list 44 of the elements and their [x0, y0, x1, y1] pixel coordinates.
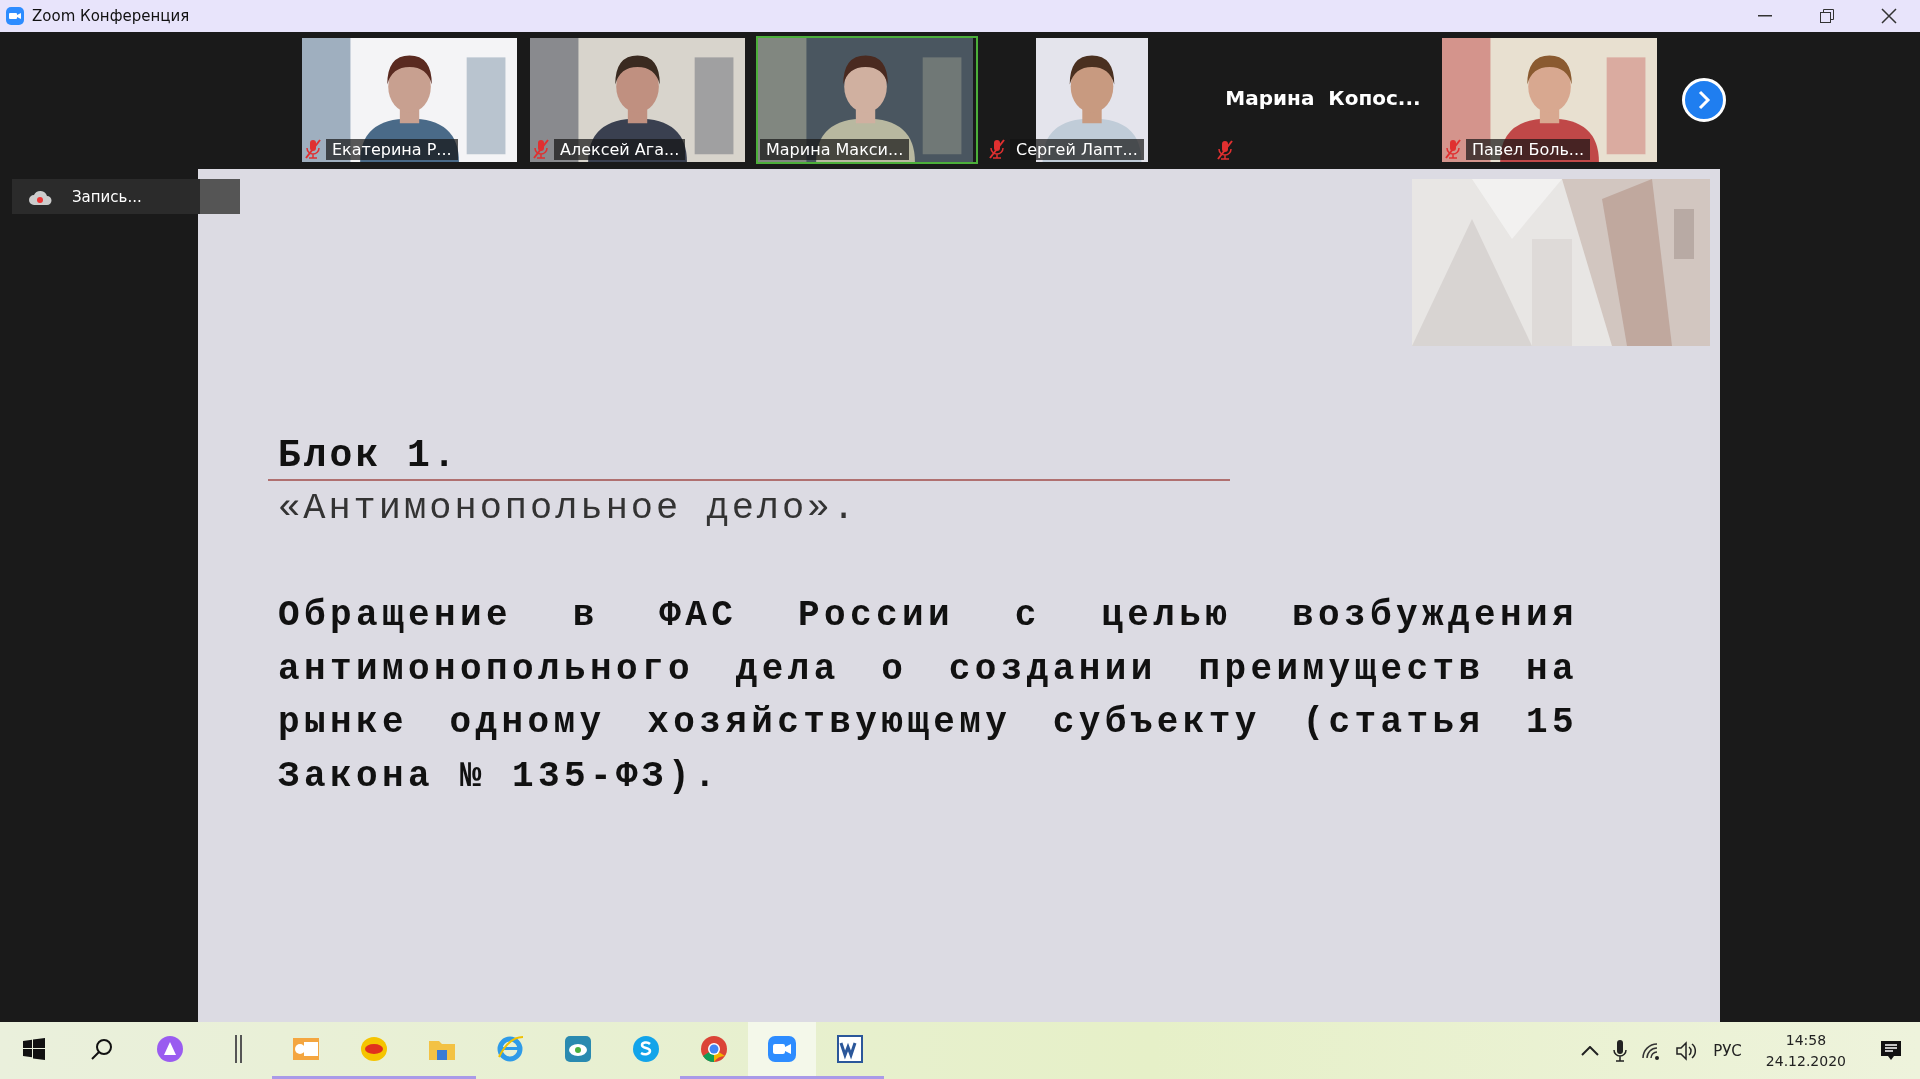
browser-e-icon [496, 1035, 524, 1063]
time-text: 14:58 [1785, 1030, 1827, 1050]
chevron-right-icon [1697, 89, 1711, 110]
date-text: 24.12.2020 [1765, 1051, 1846, 1071]
chevron-up-icon[interactable] [1581, 1045, 1600, 1056]
slide-subtitle: «Антимонопольное дело». [278, 487, 859, 529]
slide-paragraph: Обращение в ФАС России с целью возбуждения антимонопольного дела о создании преимуществ на рынке одному хозяйствующему субъекту (статья 15 Закона № 135-ФЗ). [278, 594, 1578, 799]
participant-name: Марина Макси... [760, 138, 910, 160]
participant-name: Екатерина Р... [326, 138, 458, 160]
participant-tile[interactable]: Павел Боль... [1440, 35, 1662, 164]
participant-name: Сергей Лапт... [1010, 138, 1144, 160]
restore-icon [1820, 9, 1834, 23]
slide-title: Блок 1. [278, 434, 460, 477]
taskbar-app-button[interactable] [748, 1022, 816, 1079]
mail-app-icon [292, 1035, 320, 1063]
participant-name: Алексей Ага... [554, 138, 686, 160]
notifications-icon[interactable] [1880, 1039, 1902, 1062]
recording-indicator[interactable]: Запись... [12, 179, 240, 214]
document-app-icon [836, 1035, 864, 1063]
video-camera-icon [768, 1035, 796, 1063]
next-page-button[interactable] [1682, 77, 1726, 122]
participant-tile[interactable]: Марина Копос... [1212, 35, 1434, 164]
cloud-app-icon [564, 1035, 592, 1063]
participant-tile[interactable]: Сергей Лапт... [984, 35, 1206, 164]
minimize-icon [1758, 15, 1772, 17]
microphone-icon[interactable] [1613, 1039, 1628, 1062]
search-icon [91, 1038, 113, 1060]
close-icon [1881, 8, 1897, 24]
skype-icon [632, 1035, 660, 1063]
clock[interactable]: 14:58 24.12.2020 [1765, 1029, 1846, 1072]
participant-tile[interactable]: Екатерина Р... [300, 35, 522, 164]
alice-icon [156, 1035, 184, 1063]
participant-tile[interactable]: Марина Макси... [756, 35, 978, 164]
window-title: Zoom Конференция [32, 7, 190, 25]
participant-name: Павел Боль... [1466, 138, 1591, 160]
taskbar-divider-icon [234, 1035, 242, 1063]
chrome-icon [700, 1035, 728, 1063]
accounting-app-icon [360, 1035, 388, 1063]
participant-name: Марина Копос... [1224, 85, 1422, 110]
zoom-logo-icon [6, 7, 24, 25]
input-language-indicator[interactable]: РУС [1713, 1041, 1742, 1060]
participant-tile[interactable]: Алексей Ага... [528, 35, 750, 164]
windows-logo-icon [23, 1038, 45, 1060]
network-icon[interactable] [1641, 1041, 1662, 1060]
